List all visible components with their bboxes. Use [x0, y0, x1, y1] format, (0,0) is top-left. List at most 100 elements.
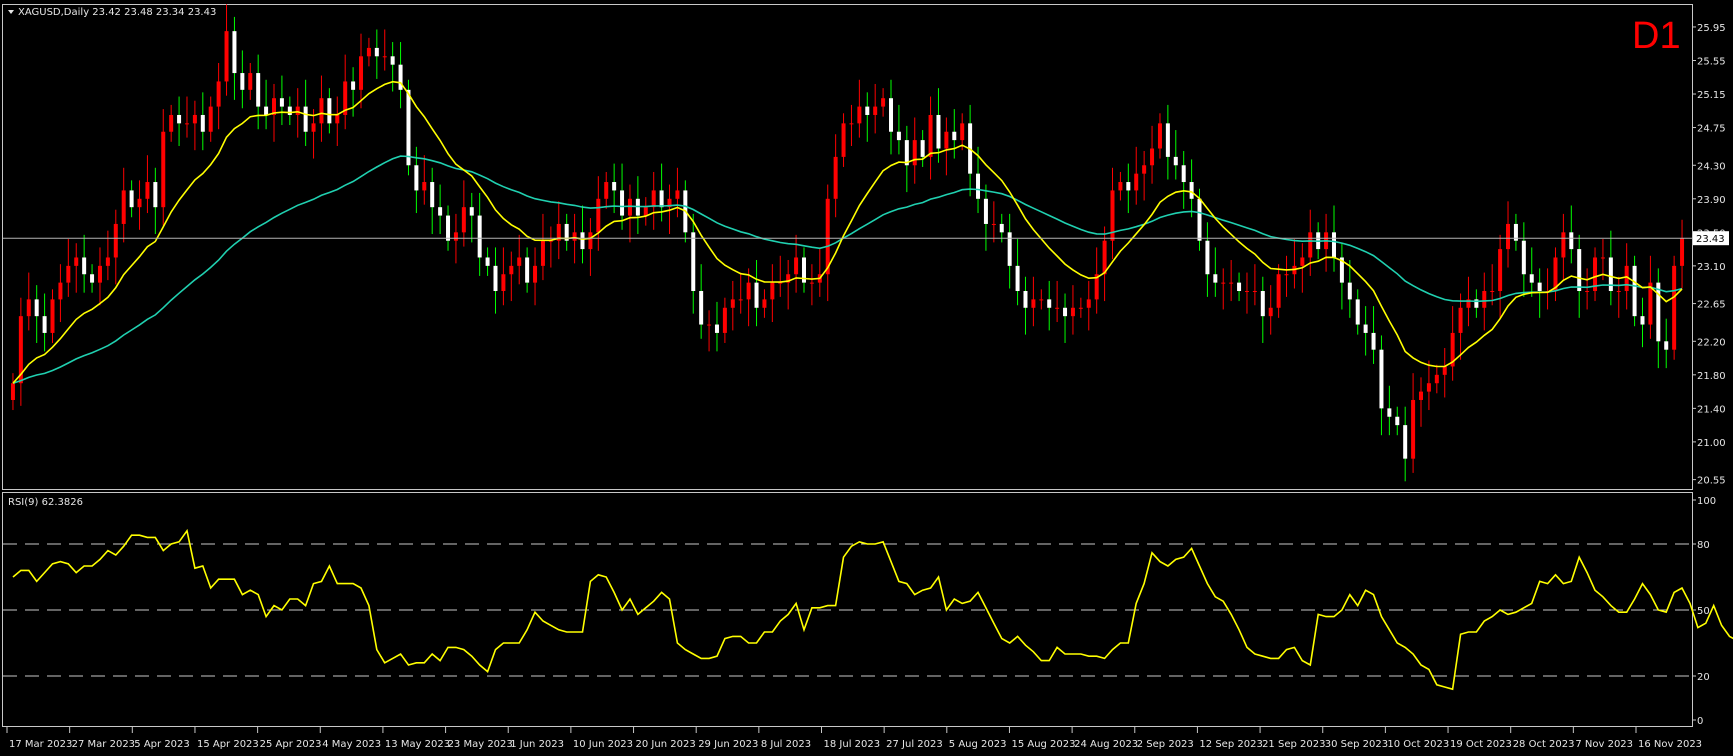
candle-up [1300, 257, 1305, 266]
x-tick-label: 5 Aug 2023 [949, 739, 1007, 750]
candle-up [722, 307, 727, 333]
candle-up [1600, 257, 1605, 259]
price-tick-label: 25.15 [1697, 90, 1726, 101]
candle-down [1521, 240, 1526, 275]
candle-up [1419, 391, 1424, 400]
candle-up [1150, 148, 1155, 166]
rsi-tick-label: 20 [1697, 672, 1710, 683]
candle-up [809, 282, 814, 284]
rsi-tick-label: 0 [1697, 716, 1703, 727]
rsi-header: RSI(9) 62.3826 [8, 497, 83, 508]
x-tick-label: 30 Sep 2023 [1325, 739, 1388, 750]
x-tick-label: 19 Oct 2023 [1450, 739, 1512, 750]
candle-down [1181, 165, 1186, 183]
price-tick-label: 23.10 [1697, 262, 1726, 273]
candle-up [382, 56, 387, 58]
candle-up [1157, 123, 1162, 149]
candle-down [1347, 282, 1352, 300]
candle-up [366, 47, 371, 57]
candle-up [1134, 173, 1139, 191]
candle-up [74, 257, 79, 266]
candle-down [620, 190, 625, 216]
x-tick-label: 4 May 2023 [322, 739, 381, 750]
candle-up [944, 131, 949, 149]
candle-down [303, 106, 308, 132]
candle-down [1387, 408, 1392, 417]
candle-up [1426, 383, 1431, 392]
x-tick-label: 25 Apr 2023 [260, 739, 322, 750]
candle-down [256, 73, 261, 107]
price-tick-label: 24.30 [1697, 161, 1726, 172]
candle-down [414, 165, 419, 191]
candle-down [129, 190, 134, 208]
x-tick-label: 16 Nov 2023 [1638, 739, 1702, 750]
candle-down [1395, 416, 1400, 426]
candle-up [517, 257, 522, 266]
candle-down [1569, 232, 1574, 250]
x-tick-label: 20 Jun 2023 [636, 739, 696, 750]
price-grid-layer: 25.9525.5525.1524.7524.3023.9023.5023.10… [3, 4, 1729, 487]
candle-up [461, 207, 466, 233]
candle-up [841, 123, 846, 157]
candle-down [1537, 282, 1542, 292]
candle-up [833, 156, 838, 199]
candle-up [453, 232, 458, 241]
dropdown-triangle-icon[interactable] [8, 10, 14, 14]
x-axis: 17 Mar 2023 27 Mar 2023 5 Apr 2023 15 Apr 2… [6, 727, 1702, 750]
candle-down [469, 207, 474, 216]
candle-down [232, 31, 237, 74]
candle-up [928, 114, 933, 157]
candle-up [1308, 232, 1313, 258]
price-tick-label: 22.20 [1697, 337, 1726, 348]
candle-up [825, 198, 830, 275]
candle-up [105, 257, 110, 266]
x-tick-label: 15 Apr 2023 [197, 739, 259, 750]
candle-up [1031, 299, 1036, 308]
candle-down [446, 215, 451, 241]
x-tick-label: 24 Aug 2023 [1074, 739, 1138, 750]
price-tick-label: 25.95 [1697, 23, 1726, 34]
candle-up [169, 114, 174, 132]
candle-up [335, 114, 340, 124]
rsi-layer: 100 80 50 20 0 [3, 496, 1733, 727]
candle-down [1173, 156, 1178, 166]
candle-up [912, 140, 917, 166]
candle-down [1237, 282, 1242, 292]
x-tick-label: 13 May 2023 [385, 739, 450, 750]
candle-down [1189, 182, 1194, 199]
candle-up [359, 56, 364, 90]
candle-down [1363, 324, 1368, 333]
price-tick-label: 24.75 [1697, 124, 1726, 135]
candle-up [1221, 282, 1226, 284]
candle-down [1126, 182, 1131, 191]
candle-up [295, 106, 300, 115]
candle-up [161, 131, 166, 208]
candle-up [991, 223, 996, 225]
candle-down [1656, 282, 1661, 342]
candle-down [659, 190, 664, 208]
candle-up [26, 299, 31, 317]
candle-up [1039, 299, 1044, 301]
candle-down [1063, 307, 1068, 317]
candle-down [1577, 249, 1582, 292]
candle-down [430, 182, 435, 208]
candle-up [224, 31, 229, 82]
price-tick-label: 25.55 [1697, 56, 1726, 67]
candle-up [1411, 399, 1416, 459]
x-tick-label: 2 Sep 2023 [1137, 739, 1194, 750]
candle-up [857, 106, 862, 124]
candle-down [896, 131, 901, 141]
candle-up [675, 190, 680, 199]
candle-up [596, 198, 601, 233]
rsi-tick-label: 80 [1697, 540, 1710, 551]
rsi-tick-label: 100 [1697, 496, 1716, 507]
candle-up [1482, 291, 1487, 308]
price-tick-label: 21.40 [1697, 404, 1726, 415]
candle-up [707, 324, 712, 326]
x-tick-label: 1 Jun 2023 [510, 739, 564, 750]
candle-down [1165, 123, 1170, 157]
candle-up [50, 299, 55, 333]
x-tick-label: 15 Aug 2023 [1011, 739, 1075, 750]
candle-down [699, 291, 704, 325]
candle-down [976, 173, 981, 199]
